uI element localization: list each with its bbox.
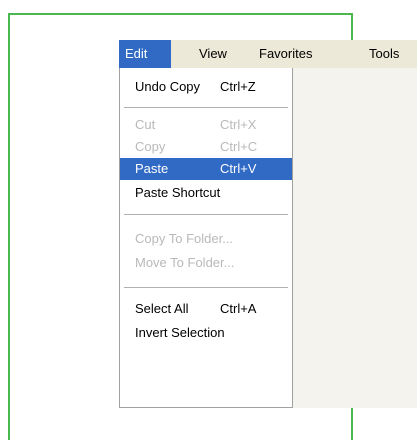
menu-item-invert-selection[interactable]: Invert Selection [120,322,292,344]
menu-separator [124,287,288,289]
menu-item-shortcut: Ctrl+C [220,139,258,154]
menu-item-copy: Copy Ctrl+C [120,136,292,158]
menu-separator [124,214,288,216]
menu-bar: Edit View Favorites Tools [119,40,417,69]
menu-backdrop [293,68,417,408]
frame-line-top [8,13,353,15]
menu-item-move-to-folder: Move To Folder... [120,252,292,274]
menu-tools[interactable]: Tools [363,40,405,68]
menu-separator [124,107,288,109]
edit-menu-dropdown: Undo Copy Ctrl+Z Cut Ctrl+X Copy Ctrl+C … [119,68,293,408]
menu-item-paste-shortcut[interactable]: Paste Shortcut [120,182,292,204]
menu-item-label: Copy To Folder... [135,231,234,246]
menu-item-paste[interactable]: Paste Ctrl+V [120,158,292,180]
menu-favorites[interactable]: Favorites [253,40,318,68]
menu-item-label: Undo Copy [135,79,201,94]
menu-item-shortcut: Ctrl+Z [220,79,256,94]
menu-item-label: Invert Selection [135,325,225,340]
menu-item-cut: Cut Ctrl+X [120,114,292,136]
menu-item-label: Move To Folder... [135,255,235,270]
menu-item-undo-copy[interactable]: Undo Copy Ctrl+Z [120,76,292,98]
menu-item-label: Paste Shortcut [135,185,221,200]
menu-edit[interactable]: Edit [119,40,171,68]
menu-item-label: Paste [135,161,169,176]
frame-line-left [8,13,10,440]
menu-item-label: Cut [135,117,156,132]
menu-item-shortcut: Ctrl+X [220,117,257,132]
frame-line-right-lower [351,408,353,440]
explorer-menu-screenshot: Edit View Favorites Tools Undo Copy Ctrl… [119,40,417,408]
menu-item-shortcut: Ctrl+V [220,161,257,176]
menu-item-copy-to-folder: Copy To Folder... [120,228,292,250]
menu-item-shortcut: Ctrl+A [220,301,257,316]
menu-item-label: Copy [135,139,166,154]
menu-view[interactable]: View [193,40,233,68]
menu-item-label: Select All [135,301,189,316]
frame-line-right-upper [351,13,353,40]
menu-item-select-all[interactable]: Select All Ctrl+A [120,298,292,320]
